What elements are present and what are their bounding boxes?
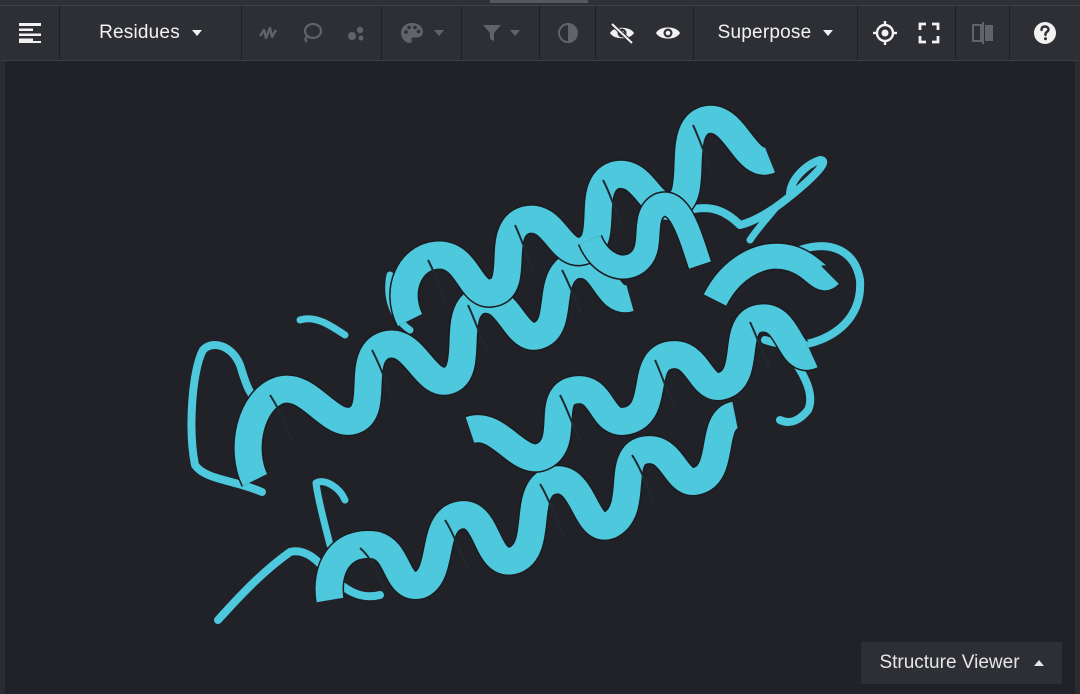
show-button[interactable] (650, 6, 686, 60)
atoms-button[interactable] (338, 6, 374, 60)
lasso-icon (303, 22, 322, 43)
split-view-button[interactable] (965, 6, 1001, 60)
superpose-label: Superpose (717, 22, 812, 43)
residues-group: Residues (60, 6, 242, 60)
helix-3 (233, 249, 635, 487)
residues-label: Residues (99, 22, 180, 43)
chevron-up-icon (1033, 660, 1044, 666)
eye-off-icon (609, 22, 634, 44)
filter-dropdown[interactable] (482, 6, 520, 60)
lasso-button[interactable] (294, 6, 330, 60)
chevron-down-icon (509, 30, 520, 36)
filter-icon (482, 25, 501, 41)
selection-tools-group (242, 6, 382, 60)
residues-dropdown[interactable]: Residues (89, 6, 212, 60)
menu-button[interactable] (12, 6, 48, 60)
split-view-icon (971, 22, 993, 44)
helix-button[interactable] (250, 6, 286, 60)
coil-loop (296, 315, 349, 339)
help-group (1010, 6, 1080, 60)
helix-6 (702, 242, 840, 307)
palette-icon (400, 23, 423, 43)
contrast-button[interactable] (550, 6, 586, 60)
view-group (858, 6, 956, 60)
color-dropdown[interactable] (400, 6, 444, 60)
chevron-down-icon (191, 30, 202, 36)
fullscreen-button[interactable] (911, 6, 947, 60)
protein-structure[interactable] (5, 61, 1075, 694)
panel-label: Structure Viewer (879, 652, 1020, 673)
hide-button[interactable] (604, 6, 640, 60)
help-icon (1034, 22, 1056, 44)
lines-icon (18, 23, 41, 43)
toolbar: Residues Superpose (0, 6, 1080, 61)
filter-group (462, 6, 540, 60)
color-group (382, 6, 462, 60)
chevron-down-icon (823, 30, 834, 36)
fullscreen-icon (918, 22, 939, 44)
superpose-group: Superpose (694, 6, 858, 60)
split-group (956, 6, 1010, 60)
coil-loop (312, 478, 349, 549)
crosshair-icon (872, 21, 897, 45)
3d-viewport[interactable] (5, 61, 1075, 694)
superpose-dropdown[interactable]: Superpose (708, 6, 844, 60)
contrast-group (540, 6, 596, 60)
center-button[interactable] (867, 6, 903, 60)
right-edge (1075, 61, 1080, 694)
visibility-group (596, 6, 694, 60)
atoms-icon (347, 26, 363, 41)
structure-viewer-app: Residues Superpose Structure Viewer (0, 0, 1080, 694)
help-button[interactable] (1027, 6, 1063, 60)
menu-group (0, 6, 60, 60)
contrast-icon (557, 23, 578, 43)
resize-handle[interactable] (490, 0, 588, 3)
helix-icon (258, 26, 277, 40)
structure-viewer-tab[interactable]: Structure Viewer (861, 642, 1062, 684)
chevron-down-icon (433, 30, 444, 36)
eye-icon (655, 27, 680, 39)
